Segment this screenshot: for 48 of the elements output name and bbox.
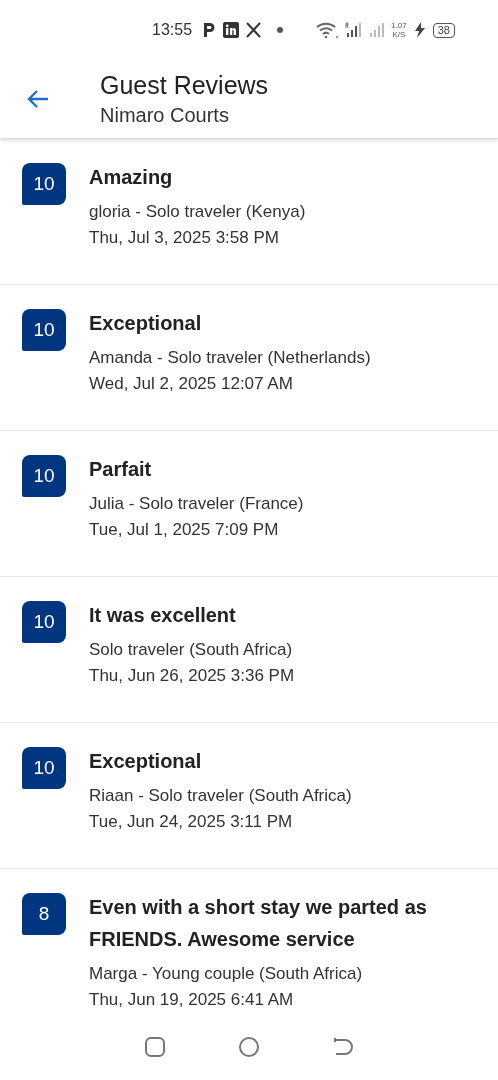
wifi-icon [316,22,339,38]
home-icon[interactable] [238,1036,260,1058]
back-icon[interactable] [332,1036,354,1058]
review-title: Amazing [89,165,174,190]
review-date: Thu, Jul 3, 2025 3:58 PM [89,227,280,249]
page-title: Guest Reviews [100,70,269,101]
score-badge: 8 [22,893,66,935]
signal-icon [368,22,385,38]
clock: 13:55 [152,21,193,39]
review-title: Exceptional [89,311,203,336]
review-title: Parfait [89,457,153,482]
review-item[interactable]: 10 Amazing gloria - Solo traveler (Kenya) Thu, Jul 3, 2025 3:58 PM [0,139,498,285]
review-item[interactable]: 10 Parfait Julia - Solo traveler (France) Tue, Jul 1, 2025 7:09 PM [0,431,498,577]
review-date: Tue, Jul 1, 2025 7:09 PM [89,519,280,541]
review-date: Thu, Jun 19, 2025 6:41 AM [89,989,295,1009]
review-date: Thu, Jun 26, 2025 3:36 PM [89,665,296,687]
review-title: It was excellent [89,603,237,628]
reviewer-info: Amanda - Solo traveler (Netherlands) [89,347,372,369]
recent-apps-icon[interactable] [144,1036,166,1058]
property-name: Nimaro Courts [100,103,230,128]
score-badge: 10 [22,309,66,351]
charging-icon [413,22,426,38]
score-badge: 10 [22,455,66,497]
notification-icon [202,22,217,38]
review-title: Exceptional [89,749,203,774]
dot-icon [277,27,284,33]
reviewer-info: Solo traveler (South Africa) [89,639,294,661]
reviewer-info: Julia - Solo traveler (France) [89,493,305,515]
notification-icon [246,22,263,38]
network-speed: 1.07 [391,21,407,30]
score-badge: 10 [22,163,66,205]
notification-icon [223,22,240,38]
review-date: Wed, Jul 2, 2025 12:07 AM [89,373,294,395]
reviewer-info: gloria - Solo traveler (Kenya) [89,201,307,223]
reviewer-info: Riaan - Solo traveler (South Africa) [89,785,353,807]
review-item[interactable]: 10 Exceptional Amanda - Solo traveler (Netherlands) Wed, Jul 2, 2025 12:07 AM [0,285,498,431]
reviewer-info: Marga - Young couple (South Africa) [89,963,364,985]
review-title: Even with a short stay we parted as FRIENDS. Awesome service [89,895,428,952]
review-item[interactable]: 10 It was excellent Solo traveler (South Africa) Thu, Jun 26, 2025 3:36 PM [0,577,498,723]
review-date: Tue, Jun 24, 2025 3:11 PM [89,811,294,833]
back-arrow-icon[interactable] [26,89,50,109]
review-item[interactable]: 10 Exceptional Riaan - Solo traveler (South Africa) Tue, Jun 24, 2025 3:11 PM [0,723,498,869]
battery-level: 38 [432,22,455,38]
review-item[interactable]: 8 Even with a short stay we parted as FRIENDS. Awesome service Marga - Young couple (South Africa) Thu, Jun 19, 2025 6:41 AM [0,869,498,1009]
speed-unit: K/S [392,30,406,39]
score-badge: 10 [22,601,66,643]
score-badge: 10 [22,747,66,789]
signal-icon [345,22,362,38]
